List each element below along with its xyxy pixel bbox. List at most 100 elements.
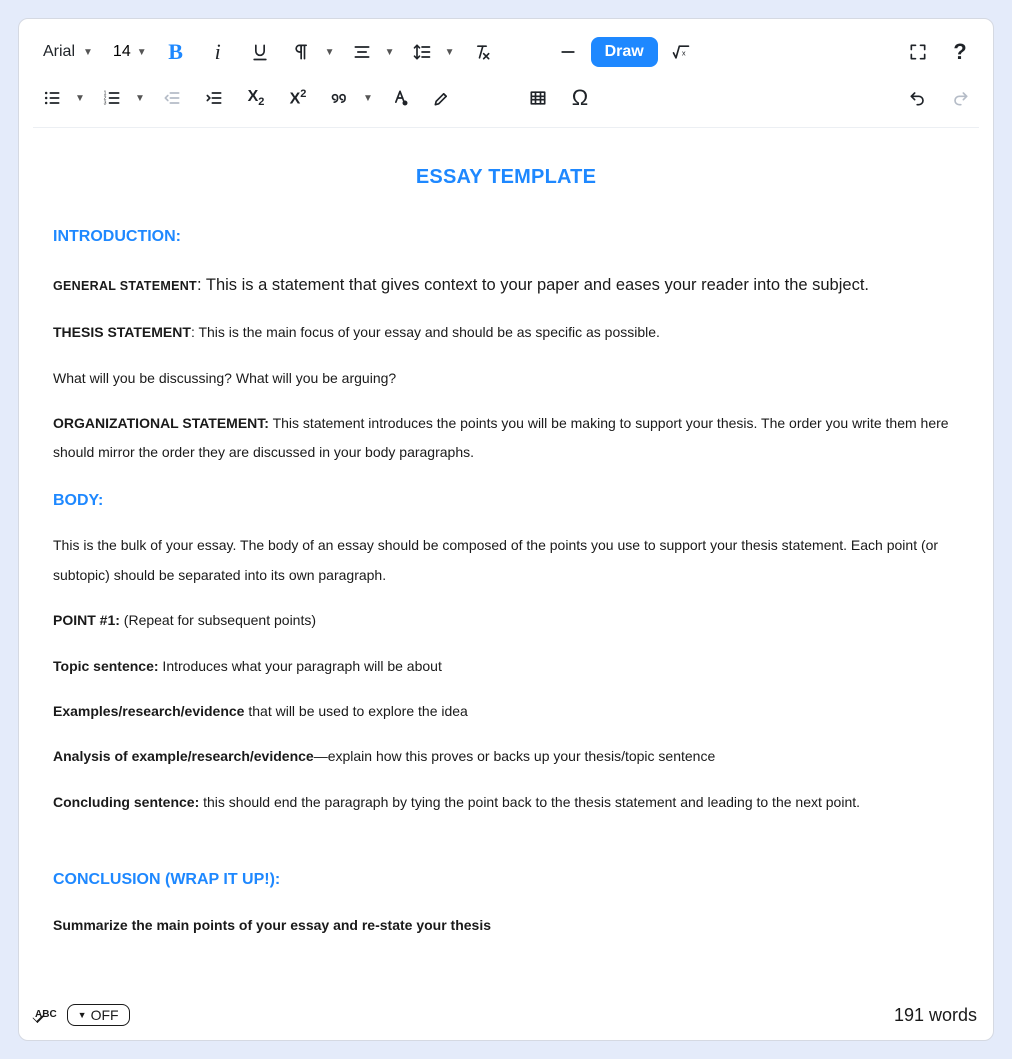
indent-icon [204, 88, 224, 108]
body-point: POINT #1: (Repeat for subsequent points) [53, 606, 959, 635]
align-center-icon [352, 42, 372, 62]
superscript-button[interactable]: X2 [279, 79, 317, 117]
toolbar-row-1: Arial ▼ 14 ▼ B i ▼ [33, 29, 979, 75]
fullscreen-icon [908, 42, 928, 62]
intro-thesis: THESIS STATEMENT: This is the main focus… [53, 318, 959, 347]
spellcheck-indicator[interactable]: ABC [35, 1010, 57, 1020]
numbered-list-button[interactable]: 123 [93, 79, 131, 117]
label-point: POINT #1: [53, 612, 120, 628]
underline-button[interactable] [241, 33, 279, 71]
section-conclusion-heading: CONCLUSION (WRAP IT UP!): [53, 863, 959, 897]
chevron-down-icon: ▼ [75, 93, 85, 104]
paragraph-direction-menu[interactable]: ▼ [321, 33, 339, 71]
chevron-down-icon: ▼ [137, 47, 147, 58]
toolbar-row-2: ▼ 123 ▼ X2 X2 [33, 75, 979, 121]
text-examples: that will be used to explore the idea [244, 703, 467, 719]
conclusion-text: Summarize the main points of your essay … [53, 911, 959, 940]
label-org: ORGANIZATIONAL STATEMENT: [53, 415, 269, 431]
outdent-button[interactable] [153, 79, 191, 117]
svg-text:3: 3 [104, 101, 107, 107]
subscript-button[interactable]: X2 [237, 79, 275, 117]
label-general: GENERAL STATEMENT [53, 279, 197, 293]
text-thesis: This is the main focus of your essay and… [198, 324, 659, 340]
rich-text-editor: Arial ▼ 14 ▼ B i ▼ [18, 18, 994, 1041]
sqrt-icon: x [671, 42, 691, 62]
numbered-list-icon: 123 [102, 88, 122, 108]
pilcrow-icon [292, 42, 312, 62]
text-point: (Repeat for subsequent points) [120, 612, 316, 628]
chevron-down-icon: ▼ [135, 93, 145, 104]
undo-icon [908, 88, 928, 108]
align-menu[interactable]: ▼ [381, 33, 399, 71]
text-general: This is a statement that gives context t… [206, 276, 869, 294]
label-topic: Topic sentence: [53, 658, 159, 674]
undo-button[interactable] [899, 79, 937, 117]
toolbar-divider [33, 127, 979, 128]
intro-general: GENERAL STATEMENT: This is a statement t… [53, 268, 959, 303]
label-examples: Examples/research/evidence [53, 703, 244, 719]
font-family-select[interactable]: Arial ▼ [33, 39, 103, 65]
chevron-down-icon: ▼ [363, 93, 373, 104]
blockquote-menu[interactable]: ▼ [359, 79, 377, 117]
text-concluding: this should end the paragraph by tying t… [199, 794, 860, 810]
line-spacing-icon [412, 42, 432, 62]
draw-button[interactable]: Draw [591, 37, 658, 67]
section-body-heading: BODY: [53, 484, 959, 518]
spellcheck-value: OFF [91, 1007, 119, 1023]
body-examples: Examples/research/evidence that will be … [53, 697, 959, 726]
text-analysis: —explain how this proves or backs up you… [314, 748, 716, 764]
bullet-list-button[interactable] [33, 79, 71, 117]
body-intro: This is the bulk of your essay. The body… [53, 531, 959, 590]
table-button[interactable] [519, 79, 557, 117]
bullet-list-icon [42, 88, 62, 108]
body-concluding: Concluding sentence: this should end the… [53, 788, 959, 817]
text-color-icon [390, 88, 410, 108]
subscript-icon: X2 [248, 88, 265, 108]
highlight-button[interactable] [423, 79, 461, 117]
text-topic: Introduces what your paragraph will be a… [159, 658, 442, 674]
numbered-list-menu[interactable]: ▼ [131, 79, 149, 117]
fullscreen-button[interactable] [899, 33, 937, 71]
body-topic: Topic sentence: Introduces what your par… [53, 652, 959, 681]
label-thesis: THESIS STATEMENT [53, 324, 191, 340]
word-count: 191 words [894, 1005, 977, 1026]
document-body[interactable]: ESSAY TEMPLATE INTRODUCTION: GENERAL STA… [19, 132, 993, 996]
equation-button[interactable]: x [662, 33, 700, 71]
line-spacing-menu[interactable]: ▼ [441, 33, 459, 71]
clear-formatting-button[interactable] [463, 33, 501, 71]
chevron-down-icon: ▼ [83, 47, 93, 58]
horizontal-rule-button[interactable] [549, 33, 587, 71]
paragraph-direction-button[interactable] [283, 33, 321, 71]
text-color-button[interactable] [381, 79, 419, 117]
svg-text:x: x [682, 48, 686, 57]
line-spacing-button[interactable] [403, 33, 441, 71]
help-button[interactable]: ? [941, 33, 979, 71]
chevron-down-icon: ▼ [325, 47, 335, 58]
superscript-icon: X2 [290, 88, 307, 108]
outdent-icon [162, 88, 182, 108]
spellcheck-toggle[interactable]: ▼ OFF [67, 1004, 130, 1026]
toolbar: Arial ▼ 14 ▼ B i ▼ [19, 19, 993, 132]
intro-org: ORGANIZATIONAL STATEMENT: This statement… [53, 409, 959, 468]
chevron-down-icon: ▼ [445, 47, 455, 58]
bullet-list-menu[interactable]: ▼ [71, 79, 89, 117]
doc-title: ESSAY TEMPLATE [53, 156, 959, 198]
redo-button[interactable] [941, 79, 979, 117]
body-analysis: Analysis of example/research/evidence—ex… [53, 742, 959, 771]
underline-icon [250, 42, 270, 62]
indent-button[interactable] [195, 79, 233, 117]
font-size-select[interactable]: 14 ▼ [107, 39, 153, 65]
section-intro-heading: INTRODUCTION: [53, 220, 959, 254]
highlighter-icon [432, 88, 452, 108]
blockquote-button[interactable] [321, 79, 359, 117]
align-button[interactable] [343, 33, 381, 71]
italic-button[interactable]: i [199, 33, 237, 71]
font-size-value: 14 [113, 43, 131, 61]
status-bar: ABC ▼ OFF 191 words [19, 996, 993, 1040]
font-family-value: Arial [43, 43, 75, 61]
label-analysis: Analysis of example/research/evidence [53, 748, 314, 764]
bold-button[interactable]: B [157, 33, 195, 71]
chevron-down-icon: ▼ [385, 47, 395, 58]
chevron-down-icon: ▼ [78, 1010, 87, 1020]
special-char-button[interactable]: Ω [561, 79, 599, 117]
